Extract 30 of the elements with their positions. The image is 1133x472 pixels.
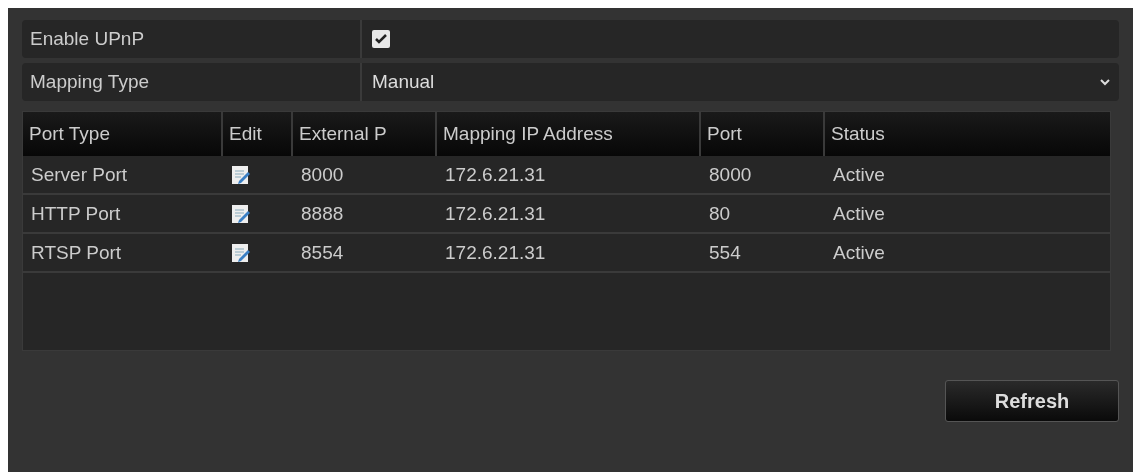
refresh-button[interactable]: Refresh: [945, 380, 1119, 422]
table-cell-text: 554: [708, 240, 742, 265]
table-cell-text: 8888: [300, 201, 345, 226]
column-header: Port Type: [23, 112, 223, 156]
table-cell-text: 172.6.21.31: [444, 240, 547, 265]
field-label: Mapping Type: [30, 71, 149, 93]
edit-icon[interactable]: [231, 242, 251, 263]
table-cell-text: HTTP Port: [30, 201, 122, 226]
table-cell-text: 172.6.21.31: [444, 201, 547, 226]
table-cell-text: 80: [708, 201, 732, 226]
edit-icon[interactable]: [231, 203, 251, 224]
column-header: Status: [830, 122, 886, 146]
edit-icon[interactable]: [231, 164, 251, 185]
table-cell-text: RTSP Port: [30, 240, 123, 265]
field-label: Enable UPnP: [30, 28, 145, 50]
column-header: Mapping IP Address: [437, 112, 701, 156]
chevron-down-icon: [1099, 78, 1111, 86]
mapping-type-dropdown[interactable]: Manual: [362, 63, 1119, 101]
column-header: Port: [701, 112, 825, 156]
column-header: Edit: [223, 112, 293, 156]
table-cell-text: 8000: [300, 162, 345, 187]
table-cell-text: 8000: [708, 162, 753, 187]
table-cell-text: Active: [832, 240, 886, 265]
table-cell-text: Server Port: [30, 162, 129, 187]
table-cell-text: 172.6.21.31: [444, 162, 547, 187]
column-header: External P: [293, 112, 437, 156]
table-cell-text: Active: [832, 162, 886, 187]
table-cell-text: 8554: [300, 240, 345, 265]
enable-checkbox[interactable]: [372, 30, 390, 48]
table-cell-text: Active: [832, 201, 886, 226]
